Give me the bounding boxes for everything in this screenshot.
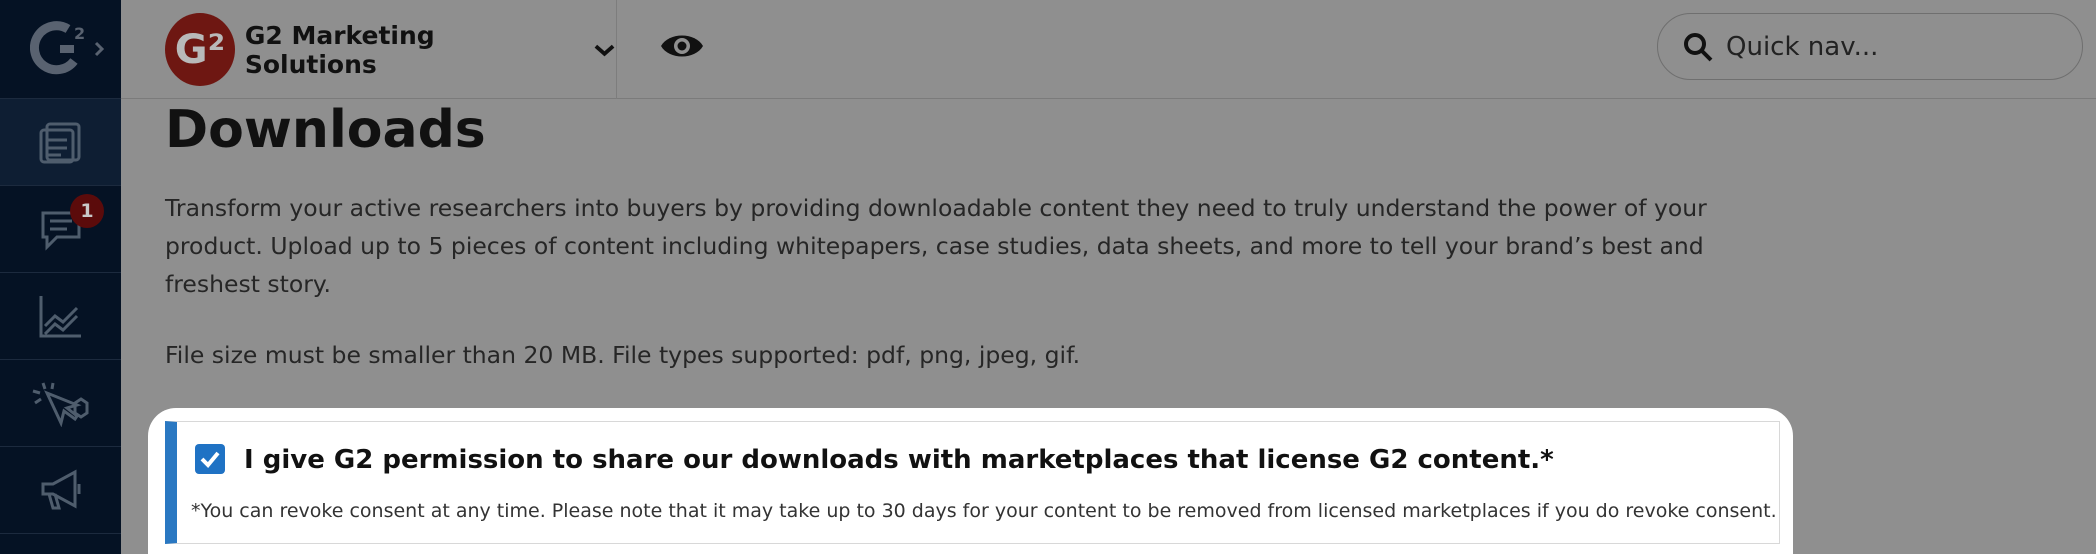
nav-messages[interactable]: 1 (0, 186, 121, 273)
page-title: Downloads (165, 100, 486, 160)
file-requirements-note: File size must be smaller than 20 MB. Fi… (165, 341, 1081, 369)
svg-text:2: 2 (74, 24, 85, 43)
section-description: Transform your active researchers into b… (165, 194, 1707, 298)
organization-switcher[interactable]: G² G2 Marketing Solutions (121, 0, 617, 99)
nav-analytics[interactable] (0, 273, 121, 360)
line-chart-icon (39, 296, 81, 338)
marketplace-consent-card: I give G2 permission to share our downlo… (165, 421, 1780, 544)
search-input[interactable]: Quick nav... (1726, 32, 1878, 62)
pages-icon (39, 122, 80, 164)
consent-note: *You can revoke consent at any time. Ple… (191, 500, 1777, 522)
checkmark-icon (200, 451, 220, 468)
g2-home-logo[interactable]: 2 (0, 0, 121, 99)
org-logo: G² (165, 13, 235, 86)
search-icon (1684, 32, 1713, 61)
quick-nav-search[interactable]: Quick nav... (1657, 13, 2083, 80)
nav-profile-pages[interactable] (0, 99, 121, 186)
org-name: G2 Marketing Solutions (244, 20, 435, 79)
chevron-down-icon[interactable] (593, 42, 616, 58)
consent-checkbox[interactable] (195, 444, 225, 474)
downloads-section: Downloads Transform your active research… (165, 99, 1765, 369)
consent-label[interactable]: I give G2 permission to share our downlo… (244, 445, 1554, 475)
notification-badge: 1 (70, 194, 104, 228)
megaphone-icon (41, 469, 80, 510)
top-bar: G² G2 Marketing Solutions Quick nav... (121, 0, 2096, 99)
nav-buyer-intent[interactable] (0, 360, 121, 447)
left-nav-rail: 2 1 (0, 0, 121, 554)
g2-logo-icon: 2 (30, 21, 105, 75)
nav-campaigns[interactable] (0, 447, 121, 534)
eye-icon[interactable] (659, 30, 705, 62)
cursor-click-icon (32, 382, 88, 427)
